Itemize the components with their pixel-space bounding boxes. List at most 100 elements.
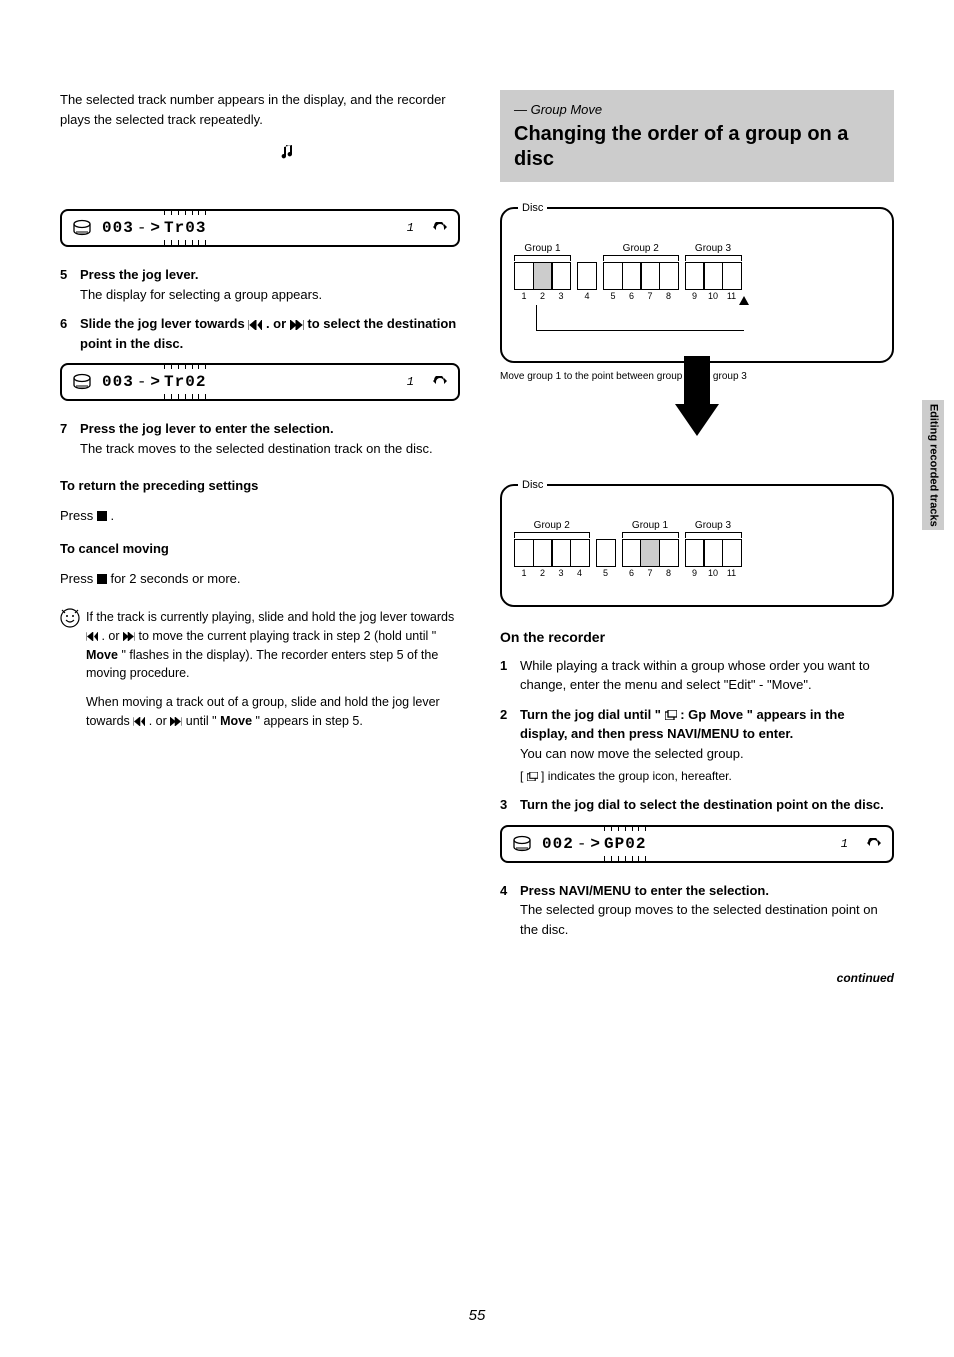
track-number: 11 <box>722 567 742 581</box>
track-cell <box>570 539 590 567</box>
group-label: Group 3 <box>685 518 742 530</box>
track-cell <box>722 539 742 567</box>
cancel-body-2: Press for 2 seconds or more. <box>60 569 460 589</box>
track-cell <box>703 262 723 290</box>
track-number: 6 <box>622 567 642 581</box>
group-icon <box>527 772 538 781</box>
track-cell <box>514 539 534 567</box>
step-7-body: The track moves to the selected destinat… <box>80 441 433 456</box>
tip-icon <box>60 608 80 628</box>
track-number: 7 <box>640 567 660 581</box>
track-cell <box>722 262 742 290</box>
side-tab: Editing recorded tracks <box>922 400 944 530</box>
track-number: 10 <box>703 567 723 581</box>
intro-text: The selected track number appears in the… <box>60 90 460 129</box>
track-number: 3 <box>551 290 571 304</box>
track-number: 10 <box>703 290 723 304</box>
lcd-display-2: 003 - > Tr02 1 <box>60 363 460 401</box>
group-label: Group 3 <box>685 241 742 253</box>
r-step-4-num: 4 <box>500 881 520 940</box>
track-number: 2 <box>533 290 553 304</box>
track-group: Group 391011 <box>685 241 742 304</box>
tip-block: If the track is currently playing, slide… <box>60 608 460 741</box>
repeat-icon <box>866 838 882 850</box>
big-arrow-down-icon <box>675 404 719 436</box>
page-number: 55 <box>469 1305 486 1328</box>
track-cell <box>533 262 553 290</box>
track-cell <box>514 262 534 290</box>
track-group: Group 25678 <box>603 241 679 304</box>
track-cell <box>533 539 553 567</box>
track-group: Group 1 123 <box>514 241 571 304</box>
track-number: 1 <box>514 567 534 581</box>
r-step-4: 4 Press NAVI/MENU to enter the selection… <box>500 881 894 940</box>
track-cell <box>685 262 705 290</box>
right-column: — Group Move Changing the order of a gro… <box>500 90 894 987</box>
lcd2-seg: 003 <box>102 370 134 394</box>
group-label: Group 1 <box>514 241 571 253</box>
stop-icon <box>97 511 107 521</box>
step-7-lead: Press the jog lever to enter the selecti… <box>80 421 334 436</box>
lcd3-seg: 002 <box>542 832 574 856</box>
lcd3-blink: GP02 <box>604 835 646 853</box>
music-note-icon <box>280 143 298 161</box>
group-icon <box>665 710 677 720</box>
disc-label-2: Disc <box>518 477 547 494</box>
repeat-icon <box>432 376 448 388</box>
cancel-body: Press . <box>60 506 460 526</box>
subhead-recorder: On the recorder <box>500 627 894 648</box>
track-number: 3 <box>551 567 571 581</box>
jog-prev-icon <box>133 717 145 726</box>
r-step-1-num: 1 <box>500 656 520 695</box>
track-cell <box>596 539 616 567</box>
r-step-3-num: 3 <box>500 795 520 815</box>
group-label <box>577 241 597 253</box>
track-group: 4 <box>577 241 597 304</box>
track-cell <box>603 262 623 290</box>
step-6-lead: Slide the jog lever towards <box>80 316 248 331</box>
step-7: 7 Press the jog lever to enter the selec… <box>60 419 460 458</box>
cancel-title: To return the preceding settings <box>60 476 460 496</box>
track-cell <box>659 262 679 290</box>
track-number: 1 <box>514 290 534 304</box>
side-tab-label: Editing recorded tracks <box>925 404 942 527</box>
continued-label: continued <box>500 969 894 987</box>
cancel-title-2: To cancel moving <box>60 539 460 559</box>
jog-next-icon <box>123 632 135 641</box>
disc-icon <box>512 834 532 854</box>
disc-icon <box>72 218 92 238</box>
lcd1-one: 1 <box>407 219 414 237</box>
step-5: 5 Press the jog lever. The display for s… <box>60 265 460 304</box>
track-group: Group 1 678 <box>622 518 679 581</box>
track-cell <box>551 262 571 290</box>
lcd2-blink: Tr02 <box>164 373 206 391</box>
jog-next-icon <box>290 320 304 330</box>
lcd3-one: 1 <box>841 835 848 853</box>
step-6: 6 Slide the jog lever towards . or to se… <box>60 314 460 353</box>
track-number: 9 <box>685 290 705 304</box>
track-group: Group 391011 <box>685 518 742 581</box>
disc-label-1: Disc <box>518 200 547 217</box>
group-label: Group 1 <box>622 518 679 530</box>
track-cell <box>622 539 642 567</box>
track-number: 4 <box>577 290 597 304</box>
track-number: 8 <box>659 567 679 581</box>
jog-prev-icon <box>248 320 262 330</box>
track-cell <box>640 539 660 567</box>
track-number: 4 <box>570 567 590 581</box>
track-group: Group 21234 <box>514 518 590 581</box>
heading-italic: — Group Move <box>514 100 880 120</box>
track-cell <box>622 262 642 290</box>
track-cell <box>577 262 597 290</box>
lcd2-one: 1 <box>407 373 414 391</box>
lcd1-blink: Tr03 <box>164 219 206 237</box>
track-number: 7 <box>640 290 660 304</box>
repeat-icon <box>432 222 448 234</box>
lcd1-seg: 003 <box>102 216 134 240</box>
stop-icon <box>97 574 107 584</box>
track-cell <box>659 539 679 567</box>
heading-box: — Group Move Changing the order of a gro… <box>500 90 894 182</box>
disc-icon <box>72 372 92 392</box>
track-number: 8 <box>659 290 679 304</box>
track-number: 6 <box>622 290 642 304</box>
